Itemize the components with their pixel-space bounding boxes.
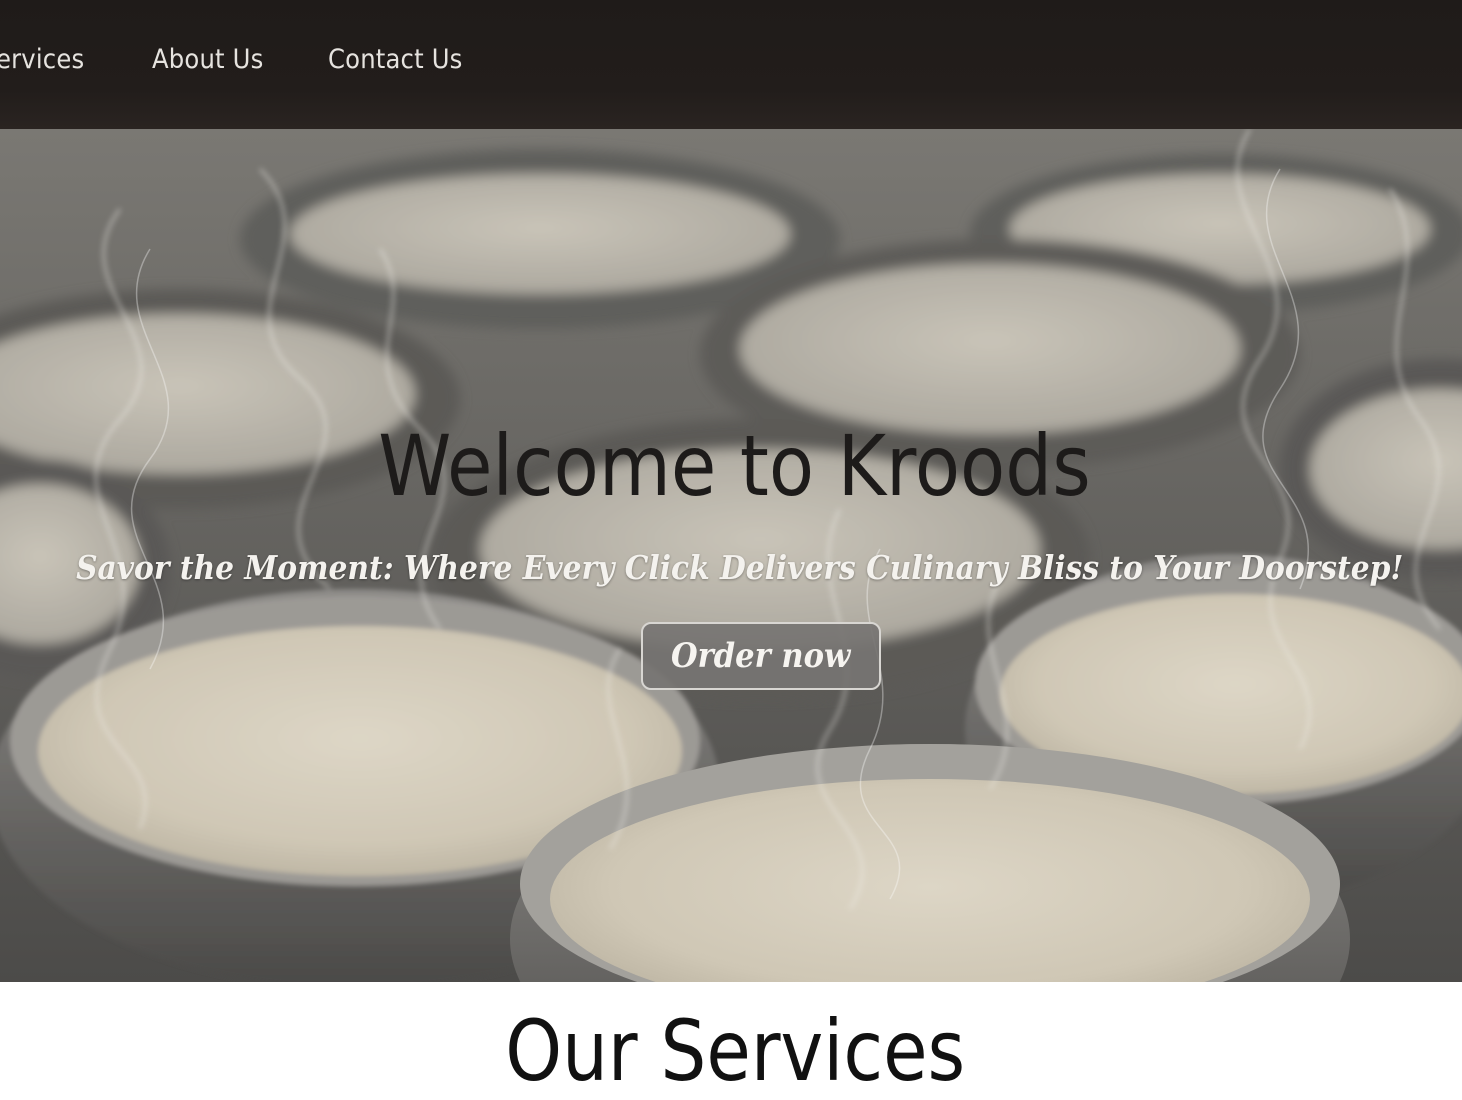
nav-link-services[interactable]: ervices	[0, 44, 84, 75]
order-now-button-label: Order now	[671, 636, 851, 676]
hero-section: Welcome to Kroods Savor the Moment: Wher…	[0, 129, 1462, 982]
top-navbar: ervices About Us Contact Us	[0, 0, 1462, 129]
nav-link-contact-us[interactable]: Contact Us	[328, 44, 463, 75]
hero-tagline: Savor the Moment: Where Every Click Deli…	[76, 548, 1404, 587]
hero-title: Welcome to Kroods	[378, 417, 1091, 515]
order-now-button[interactable]: Order now	[641, 622, 881, 690]
services-section-title: Our Services	[505, 1002, 966, 1100]
nav-link-about-us[interactable]: About Us	[152, 44, 263, 75]
